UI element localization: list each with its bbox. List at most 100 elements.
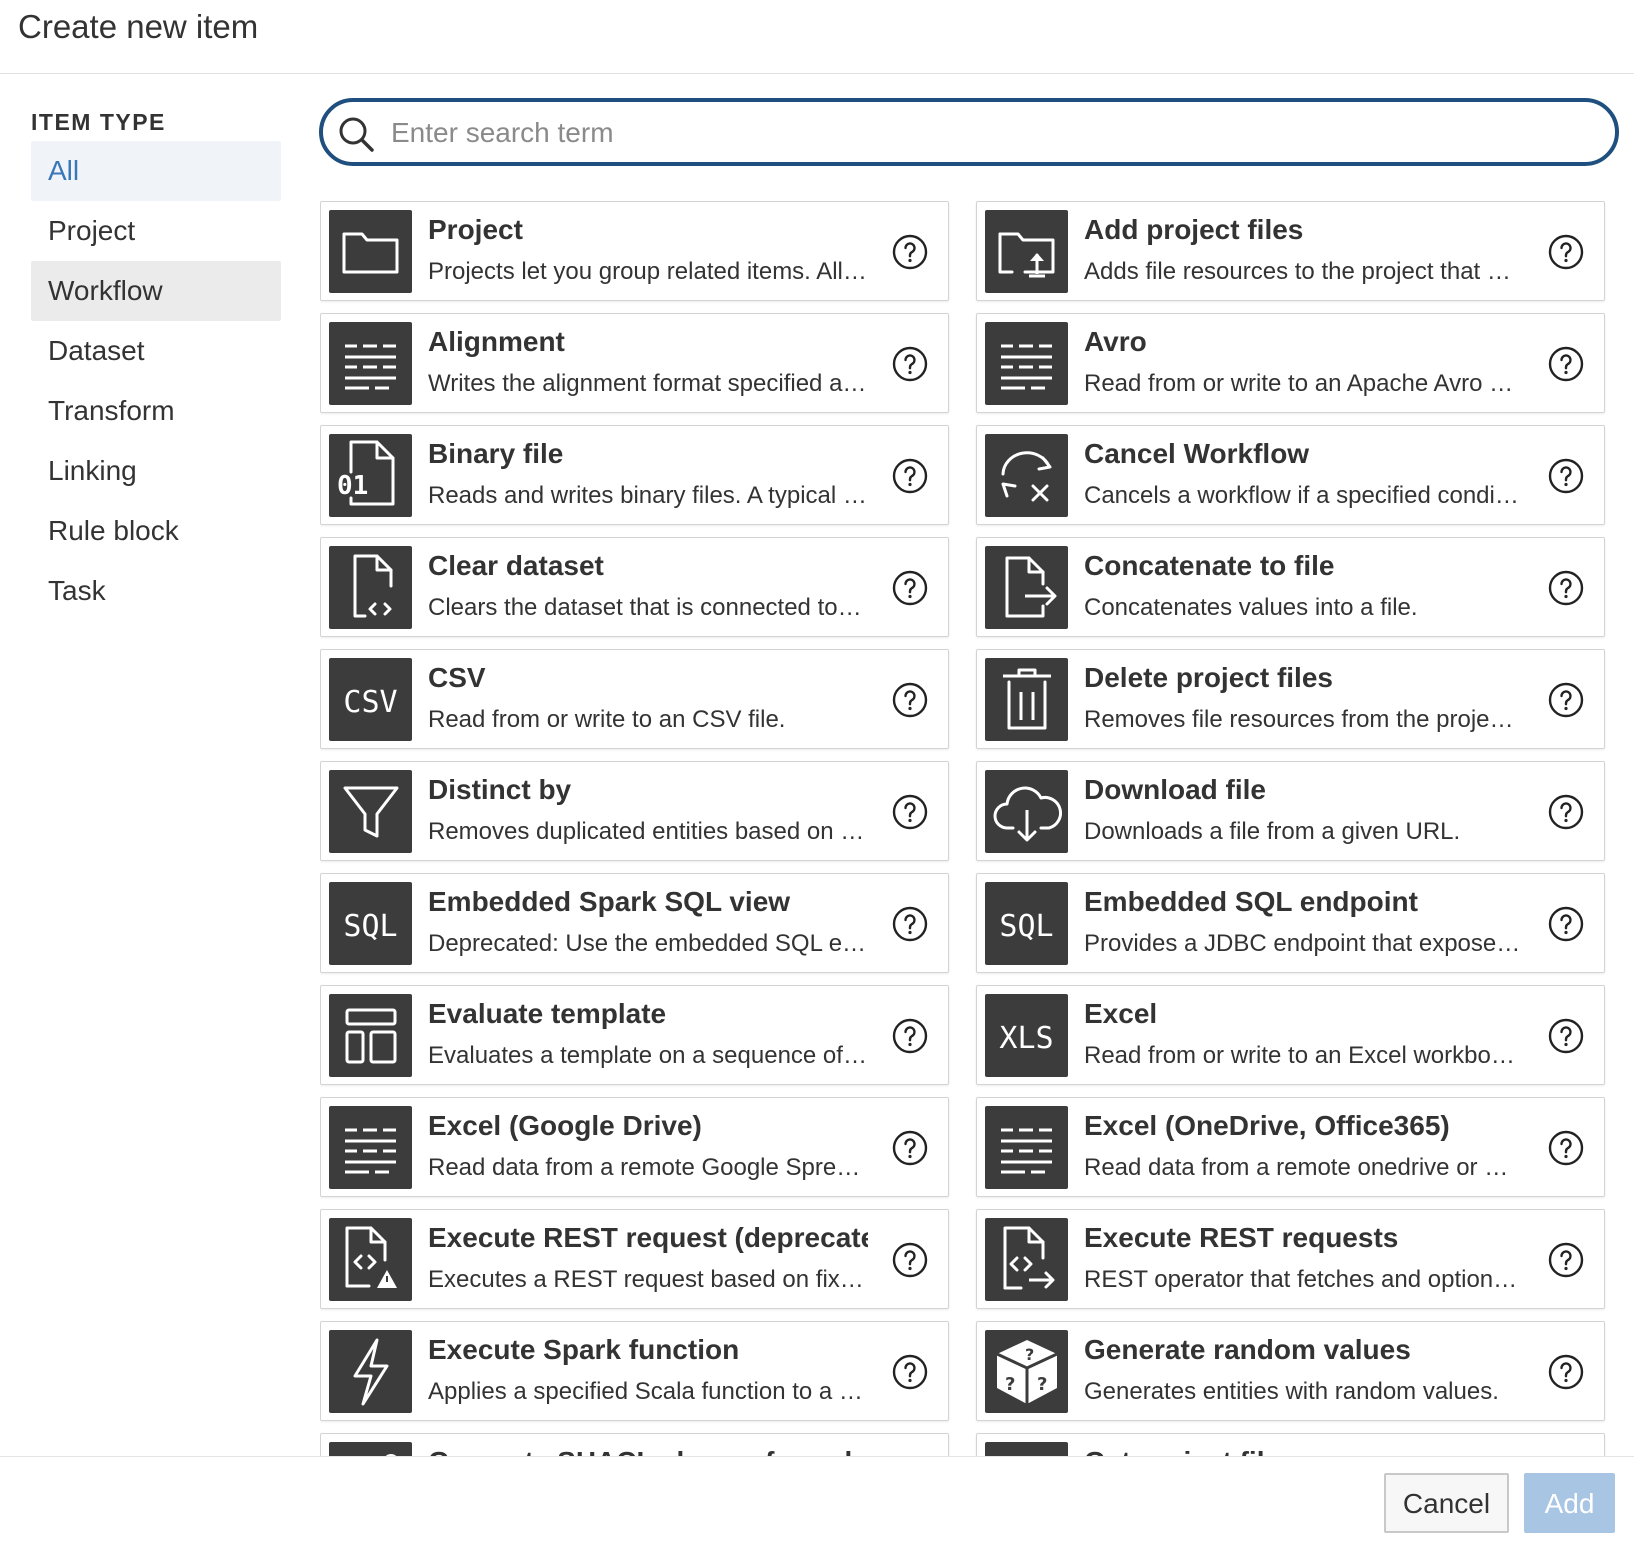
item-card-name: Clear dataset — [428, 550, 604, 581]
item-type-sidebar: ITEM TYPE All Project Workflow Dataset Trans… — [31, 103, 281, 621]
help-icon[interactable] — [892, 1018, 928, 1054]
sidebar-item-rule-block[interactable]: Rule block — [31, 501, 281, 561]
help-icon[interactable] — [1548, 682, 1584, 718]
item-card-description: Downloads a file from a given URL. — [1084, 818, 1461, 845]
item-card[interactable]: Generate SHACL shapes from data — [320, 1433, 949, 1456]
help-icon[interactable] — [892, 794, 928, 830]
item-card[interactable]: Project Projects let you group related it… — [320, 201, 949, 301]
item-card-description: Concatenates values into a file. — [1084, 594, 1418, 621]
item-card[interactable]: Add project files Adds file resources to … — [976, 201, 1605, 301]
csv-icon: CSV — [329, 658, 412, 741]
help-icon[interactable] — [1548, 570, 1584, 606]
help-icon[interactable] — [892, 1130, 928, 1166]
item-card-name: Project — [428, 214, 523, 245]
filter-icon — [329, 770, 412, 853]
item-card-description: Generates entities with random values. — [1084, 1378, 1499, 1405]
item-card[interactable]: Get project file — [976, 1433, 1605, 1456]
sidebar-item-workflow[interactable]: Workflow — [31, 261, 281, 321]
folder-icon — [329, 210, 412, 293]
sidebar-item-all[interactable]: All — [31, 141, 281, 201]
item-card[interactable]: Avro Read from or write to an Apache Avro… — [976, 313, 1605, 413]
help-icon[interactable] — [1548, 458, 1584, 494]
item-card-name: Execute Spark function — [428, 1334, 740, 1365]
sidebar-item-dataset[interactable]: Dataset — [31, 321, 281, 381]
search-input[interactable] — [389, 112, 1593, 154]
item-card[interactable]: Delete project files Removes file resourc… — [976, 649, 1605, 749]
item-card[interactable]: CSV CSV Read from or write to an CSV file. — [320, 649, 949, 749]
item-card[interactable]: Clear dataset Clears the dataset that is … — [320, 537, 949, 637]
help-icon[interactable] — [892, 906, 928, 942]
item-card[interactable]: Cancel Workflow Cancels a workflow if a s… — [976, 425, 1605, 525]
item-card-name: Excel (OneDrive, Office365) — [1084, 1110, 1450, 1141]
item-card[interactable]: SQL Embedded SQL endpoint Provides a JDBC … — [976, 873, 1605, 973]
item-card[interactable]: Evaluate template Evaluates a template on… — [320, 985, 949, 1085]
sql-icon: SQL — [329, 882, 412, 965]
svg-text:SQL: SQL — [999, 909, 1053, 944]
search-box[interactable] — [319, 98, 1619, 166]
item-card[interactable]: Execute REST request (deprecated) Execute… — [320, 1209, 949, 1309]
cloud-download-icon — [985, 770, 1068, 853]
sidebar-item-task[interactable]: Task — [31, 561, 281, 621]
item-card-name: Generate SHACL shapes from data — [428, 1444, 868, 1456]
item-card[interactable]: XLS Excel Read from or write to an Excel w… — [976, 985, 1605, 1085]
help-icon[interactable] — [892, 234, 928, 270]
cancel-button[interactable]: Cancel — [1384, 1473, 1509, 1533]
item-card-name: Distinct by — [428, 774, 572, 805]
item-card[interactable]: Download file Downloads a file from a giv… — [976, 761, 1605, 861]
item-card[interactable]: Distinct by Removes duplicated entities b… — [320, 761, 949, 861]
help-icon[interactable] — [892, 682, 928, 718]
help-icon[interactable] — [892, 1242, 928, 1278]
item-card[interactable]: Concatenate to file Concatenates values i… — [976, 537, 1605, 637]
help-icon[interactable] — [892, 458, 928, 494]
item-card-description: Read data from a remote Google Spre… — [428, 1154, 861, 1181]
help-icon[interactable] — [1548, 1242, 1584, 1278]
item-card[interactable]: SQL Embedded Spark SQL view Deprecated: Us… — [320, 873, 949, 973]
item-card-description: Cancels a workflow if a specified condi… — [1084, 482, 1519, 509]
svg-text:XLS: XLS — [999, 1021, 1053, 1056]
help-icon[interactable] — [1548, 906, 1584, 942]
item-card[interactable]: ??? Generate random values Generates entit… — [976, 1321, 1605, 1421]
svg-text:01: 01 — [337, 471, 368, 501]
item-card[interactable]: Execute Spark function Applies a specifie… — [320, 1321, 949, 1421]
help-icon[interactable] — [892, 570, 928, 606]
item-card-name: CSV — [428, 662, 486, 693]
item-card-description: Reads and writes binary files. A typical… — [428, 482, 867, 509]
sidebar-item-transform[interactable]: Transform — [31, 381, 281, 441]
cancel-workflow-icon — [985, 434, 1068, 517]
help-icon[interactable] — [892, 1354, 928, 1390]
binary-file-icon: 01 — [329, 434, 412, 517]
xls-icon: XLS — [985, 994, 1068, 1077]
dialog-header: Create new item — [0, 0, 1634, 74]
item-card-name: Download file — [1084, 774, 1266, 805]
sidebar-item-linking[interactable]: Linking — [31, 441, 281, 501]
item-type-grid: Project Projects let you group related it… — [320, 201, 1606, 1456]
add-button[interactable]: Add — [1524, 1473, 1615, 1533]
item-card-description: Applies a specified Scala function to a … — [428, 1378, 863, 1405]
help-icon[interactable] — [1548, 1130, 1584, 1166]
item-card[interactable]: Excel (Google Drive) Read data from a rem… — [320, 1097, 949, 1197]
item-card-description: Read from or write to an Apache Avro … — [1084, 370, 1514, 397]
item-card-description: Removes file resources from the proje… — [1084, 706, 1514, 733]
help-icon[interactable] — [1548, 346, 1584, 382]
help-icon[interactable] — [1548, 794, 1584, 830]
item-card-name: Concatenate to file — [1084, 550, 1335, 581]
item-card[interactable]: Excel (OneDrive, Office365) Read data fro… — [976, 1097, 1605, 1197]
item-card-name: Excel — [1084, 998, 1158, 1029]
search-icon — [339, 117, 374, 152]
lines-icon — [985, 1442, 1068, 1456]
lightning-icon — [329, 1330, 412, 1413]
help-icon[interactable] — [1548, 1354, 1584, 1390]
sidebar-item-project[interactable]: Project — [31, 201, 281, 261]
help-icon[interactable] — [1548, 1018, 1584, 1054]
item-card-description: Read from or write to an CSV file. — [428, 706, 786, 733]
file-code-icon — [329, 546, 412, 629]
item-card-name: Avro — [1084, 326, 1147, 357]
file-code-warning-icon — [329, 1218, 412, 1301]
item-card-description: Adds file resources to the project that … — [1084, 258, 1511, 285]
svg-text:CSV: CSV — [343, 685, 397, 720]
help-icon[interactable] — [1548, 234, 1584, 270]
item-card[interactable]: 01 Binary file Reads and writes binary fil… — [320, 425, 949, 525]
help-icon[interactable] — [892, 346, 928, 382]
item-card[interactable]: Execute REST requests REST operator that … — [976, 1209, 1605, 1309]
item-card[interactable]: Alignment Writes the alignment format spe… — [320, 313, 949, 413]
